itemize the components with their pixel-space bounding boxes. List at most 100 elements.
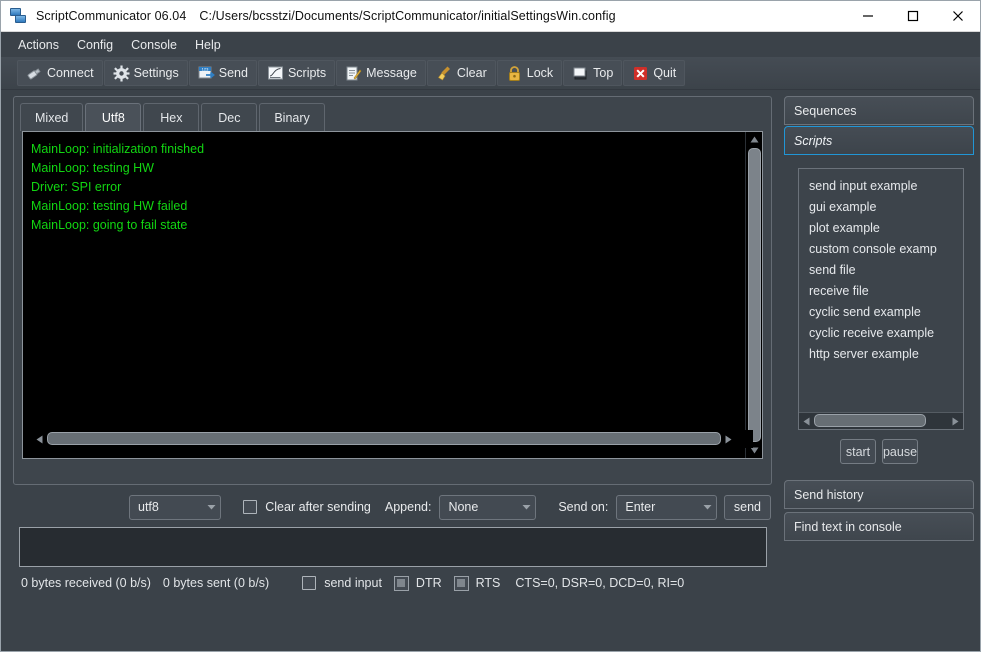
console-text: MainLoop: initialization finished MainLo…: [23, 132, 745, 458]
notepad-pencil-icon: [345, 65, 362, 82]
tab-hex[interactable]: Hex: [143, 103, 200, 131]
connect-label: Connect: [47, 66, 94, 80]
app-name-label: ScriptCommunicator 06.04: [36, 9, 187, 23]
dtr-indicator[interactable]: [393, 575, 409, 591]
message-button[interactable]: Message: [336, 60, 426, 86]
clear-after-sending-label: Clear after sending: [265, 500, 371, 514]
close-button[interactable]: [935, 1, 980, 32]
scrollbar-corner: [735, 430, 753, 448]
chevron-down-icon: [693, 504, 712, 510]
console-horizontal-scrollbar[interactable]: [32, 431, 736, 447]
append-select[interactable]: None: [439, 494, 537, 520]
menu-actions[interactable]: Actions: [9, 35, 68, 55]
scroll-right-icon[interactable]: [948, 414, 963, 429]
sidebar-item-sequences[interactable]: Sequences: [784, 96, 974, 125]
append-value: None: [448, 500, 479, 514]
list-item[interactable]: http server example: [799, 344, 963, 365]
console-output-area[interactable]: MainLoop: initialization finished MainLo…: [22, 131, 763, 459]
menu-config[interactable]: Config: [68, 35, 122, 55]
sidebar-item-scripts[interactable]: Scripts: [784, 126, 974, 155]
chevron-down-icon: [512, 504, 531, 510]
send-numbers-icon: 123: [198, 65, 215, 82]
lock-button[interactable]: Lock: [496, 60, 563, 86]
console-line: Driver: SPI error: [31, 180, 122, 194]
console-line: MainLoop: going to fail state: [31, 218, 188, 232]
console-vertical-scrollbar[interactable]: [745, 132, 762, 458]
pause-button[interactable]: pause: [882, 439, 918, 464]
console-tabs: Mixed Utf8 Hex Dec Binary: [14, 97, 771, 133]
status-bar: 0 bytes received (0 b/s) 0 bytes sent (0…: [7, 567, 775, 599]
sidebar: Sequences Scripts send input example gui…: [780, 90, 980, 651]
modem-signals-label: CTS=0, DSR=0, DCD=0, RI=0: [515, 576, 685, 590]
scripts-button[interactable]: Scripts: [257, 60, 336, 86]
console-line: MainLoop: testing HW: [31, 161, 154, 175]
rts-indicator[interactable]: [453, 575, 469, 591]
send-button[interactable]: 123 Send: [188, 60, 257, 86]
tab-binary[interactable]: Binary: [259, 103, 325, 131]
scroll-left-icon[interactable]: [799, 414, 814, 429]
clear-after-sending-checkbox[interactable]: [243, 500, 258, 514]
message-label: Message: [366, 66, 417, 80]
menu-help[interactable]: Help: [186, 35, 230, 55]
window-controls: [845, 1, 980, 32]
send-toolbar-label: Send: [218, 66, 248, 80]
send-on-select[interactable]: Enter: [616, 494, 717, 520]
window-title: ScriptCommunicator 06.04 C:/Users/bcsstzi…: [36, 9, 616, 23]
list-item[interactable]: cyclic send example: [799, 302, 963, 323]
list-item[interactable]: gui example: [799, 197, 963, 218]
dtr-label: DTR: [415, 576, 442, 590]
scripts-horizontal-scrollbar[interactable]: [799, 412, 963, 429]
connect-button[interactable]: Connect: [17, 60, 103, 86]
start-button[interactable]: start: [840, 439, 876, 464]
send-action-button[interactable]: send: [723, 494, 771, 520]
horizontal-scroll-thumb[interactable]: [47, 432, 721, 445]
send-input-checkbox[interactable]: [302, 576, 317, 590]
chevron-down-icon: [197, 504, 216, 510]
padlock-icon: [506, 65, 523, 82]
encoding-value: utf8: [138, 500, 159, 514]
quit-button[interactable]: Quit: [623, 60, 686, 86]
sidebar-item-send-history[interactable]: Send history: [784, 480, 974, 509]
window-top-icon: [572, 65, 589, 82]
vertical-scroll-thumb[interactable]: [747, 148, 761, 442]
tab-dec[interactable]: Dec: [201, 103, 258, 131]
settings-button[interactable]: Settings: [103, 60, 188, 86]
sidebar-item-find-text[interactable]: Find text in console: [784, 512, 974, 541]
maximize-button[interactable]: [890, 1, 935, 32]
send-on-label: Send on:: [558, 500, 609, 514]
list-item[interactable]: cyclic receive example: [799, 323, 963, 344]
send-input-field[interactable]: [19, 527, 767, 567]
scripts-list[interactable]: send input example gui example plot exam…: [799, 169, 963, 412]
tab-mixed[interactable]: Mixed: [20, 103, 84, 131]
minimize-button[interactable]: [845, 1, 890, 32]
svg-text:123: 123: [201, 66, 208, 71]
scripts-scroll-track[interactable]: [814, 414, 948, 428]
list-item[interactable]: receive file: [799, 281, 963, 302]
encoding-select[interactable]: utf8: [129, 494, 222, 520]
console-column: Mixed Utf8 Hex Dec Binary MainLoop: init…: [1, 90, 780, 651]
send-input-status-label: send input: [324, 576, 382, 590]
scripts-list-box: send input example gui example plot exam…: [798, 168, 964, 430]
clear-button[interactable]: Clear: [426, 60, 496, 86]
console-group: Mixed Utf8 Hex Dec Binary MainLoop: init…: [13, 96, 772, 485]
list-item[interactable]: send input example: [799, 176, 963, 197]
list-item[interactable]: custom console examp: [799, 239, 963, 260]
application-window: ScriptCommunicator 06.04 C:/Users/bcsstzi…: [0, 0, 981, 652]
script-action-buttons: start pause: [784, 439, 974, 465]
scripts-scroll-thumb[interactable]: [814, 414, 926, 427]
scroll-left-icon[interactable]: [32, 432, 47, 447]
settings-label: Settings: [133, 66, 179, 80]
title-bar: ScriptCommunicator 06.04 C:/Users/bcsstzi…: [1, 1, 980, 32]
list-item[interactable]: plot example: [799, 218, 963, 239]
scroll-up-icon[interactable]: [747, 132, 762, 147]
horizontal-scroll-track[interactable]: [47, 432, 721, 446]
send-on-value: Enter: [625, 500, 656, 514]
menu-bar: Actions Config Console Help: [1, 32, 980, 57]
list-item[interactable]: send file: [799, 260, 963, 281]
vertical-scroll-track[interactable]: [747, 147, 762, 443]
tab-utf8[interactable]: Utf8: [85, 103, 142, 133]
top-button[interactable]: Top: [563, 60, 623, 86]
console-line: MainLoop: initialization finished: [31, 142, 205, 156]
menu-console[interactable]: Console: [122, 35, 186, 55]
scroll-right-icon[interactable]: [721, 432, 736, 447]
